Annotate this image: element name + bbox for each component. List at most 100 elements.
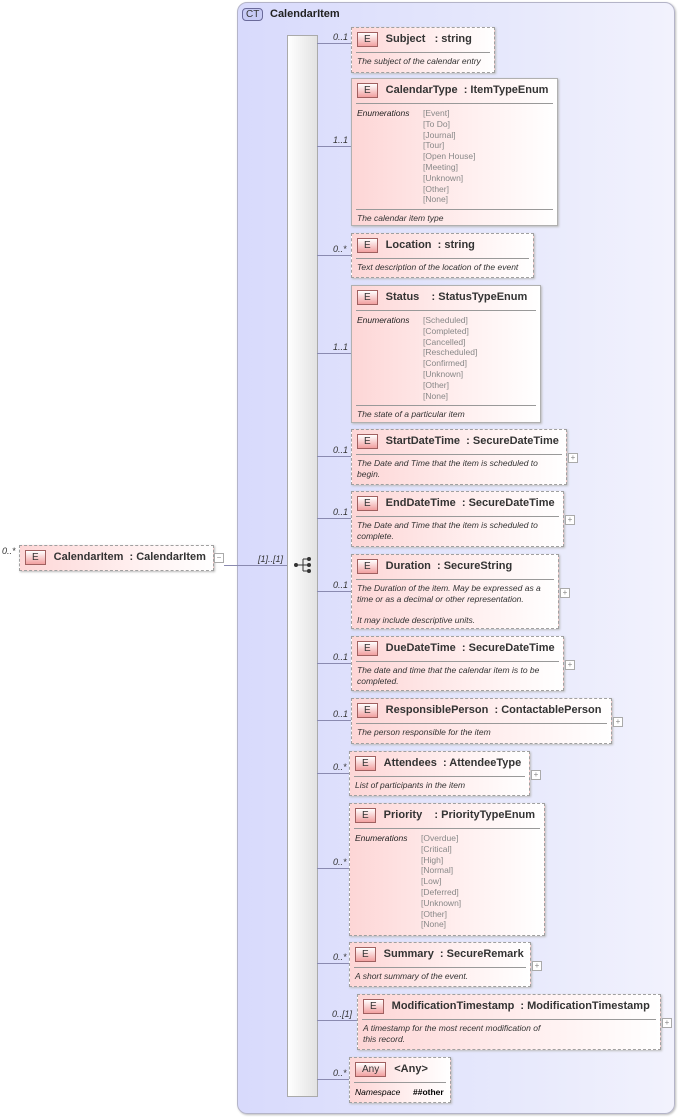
element-badge: Any (355, 1061, 387, 1077)
element-description: The Date and Time that the item is sched… (357, 458, 538, 479)
element-box[interactable]: E Priority : PriorityTypeEnum Enumerations… (349, 803, 545, 936)
cardinality: 0..1 (333, 709, 349, 719)
element-box[interactable]: E Attendees : AttendeeType List of partici… (349, 751, 530, 796)
element-label: CalendarItem : CalendarItem (53, 551, 206, 563)
element-box[interactable]: E Location : string Text description of th… (351, 233, 534, 278)
connector-line (317, 663, 351, 664)
element-box[interactable]: E Status : StatusTypeEnum Enumerations [Sch… (351, 285, 541, 423)
element-badge: E (357, 289, 378, 305)
enum-value: [None] (423, 194, 449, 205)
separator (356, 723, 607, 724)
enumerations-label: Enumerations (357, 315, 410, 325)
enum-value: [To Do] (423, 118, 450, 129)
separator (354, 776, 525, 777)
element-description: The state of a particular item (357, 409, 465, 420)
element-header: E Priority : PriorityTypeEnum (350, 804, 544, 826)
element-badge: E (357, 558, 378, 574)
element-box[interactable]: E StartDateTime : SecureDateTime The Date … (351, 429, 567, 485)
enum-value: [Other] (421, 908, 447, 919)
enum-value: [Completed] (423, 325, 469, 336)
element-badge: E (357, 31, 378, 47)
element-box[interactable]: E DueDateTime : SecureDateTime The date an… (351, 636, 564, 691)
element-description: The calendar item type (357, 213, 444, 224)
element-label: EndDateTime : SecureDateTime (385, 497, 555, 509)
expand-button[interactable]: + (565, 515, 575, 525)
element-header: E ModificationTimestamp : ModificationTim… (358, 995, 660, 1017)
element-box[interactable]: E Duration : SecureString The Duration of … (351, 554, 559, 629)
element-label: Status : StatusTypeEnum (385, 291, 528, 303)
element-box[interactable]: E ModificationTimestamp : ModificationTim… (357, 994, 661, 1050)
element-box[interactable]: E Summary : SecureRemark A short summary o… (349, 942, 531, 987)
element-badge: E (357, 82, 378, 98)
element-label: ResponsiblePerson : ContactablePerson (385, 704, 602, 716)
cardinality: 0..* (333, 952, 347, 962)
connector-line (317, 591, 351, 592)
enumerations-label: Enumerations (357, 108, 410, 118)
cardinality: 0..1 (333, 652, 349, 662)
connector-line (317, 868, 349, 869)
cardinality: 0..1 (333, 507, 349, 517)
sequence-icon (294, 557, 311, 573)
separator (356, 310, 536, 311)
element-box[interactable]: Any <Any> Namespace ##other (349, 1057, 451, 1103)
element-label: Location : string (385, 239, 475, 251)
complex-type-badge: CT (242, 8, 264, 21)
element-header: E CalendarType : ItemTypeEnum (352, 79, 557, 101)
expand-button[interactable]: + (560, 587, 570, 598)
element-description: A short summary of the event. (355, 971, 469, 981)
separator (354, 1082, 446, 1083)
connector-line (317, 146, 351, 147)
element-label: <Any> (394, 1063, 428, 1075)
element-badge: E (357, 702, 378, 718)
expand-button[interactable]: + (565, 659, 575, 670)
element-box[interactable]: E ResponsiblePerson : ContactablePerson Th… (351, 698, 612, 744)
element-header: E EndDateTime : SecureDateTime (352, 492, 563, 514)
enum-value: [Unknown] (423, 172, 464, 183)
expand-button[interactable]: + (568, 453, 578, 463)
enum-value: [Other] (423, 379, 449, 390)
cardinality: 1..1 (333, 342, 349, 352)
namespace-label: Namespace (355, 1087, 401, 1097)
connector-line (317, 456, 351, 457)
enum-value: [Critical] (421, 843, 452, 854)
cardinality: 0..[1] (332, 1009, 353, 1019)
expand-button[interactable]: + (531, 769, 541, 780)
element-box[interactable]: E Subject : string The subject of the cale… (351, 27, 495, 73)
collapse-button[interactable]: − (214, 553, 224, 563)
cardinality: 0..1 (333, 580, 349, 590)
enumerations-label: Enumerations (355, 833, 408, 843)
expand-button[interactable]: + (532, 960, 542, 971)
element-box[interactable]: E EndDateTime : SecureDateTime The Date an… (351, 491, 564, 547)
element-label: DueDateTime : SecureDateTime (385, 642, 555, 654)
root-element-calendaritem[interactable]: E CalendarItem : CalendarItem (19, 545, 214, 571)
element-description: The subject of the calendar entry (357, 56, 481, 66)
element-badge: E (355, 755, 376, 771)
enum-value: [Open House] (423, 151, 476, 162)
enum-value: [Journal] (423, 129, 456, 140)
enumerations: Enumerations [Overdue] [Critical] [High] [No… (350, 831, 544, 932)
element-description: A timestamp for the most recent modifica… (363, 1023, 541, 1044)
namespace-value: ##other (413, 1087, 444, 1097)
separator (356, 661, 559, 662)
enum-value: [Deferred] (421, 886, 459, 897)
element-badge: E (363, 998, 384, 1014)
expand-button[interactable]: + (662, 1018, 672, 1028)
enum-value: [Tour] (423, 140, 445, 151)
enum-value: [Event] (423, 108, 450, 118)
element-box[interactable]: E CalendarType : ItemTypeEnum Enumerations… (351, 78, 558, 226)
element-header: E Attendees : AttendeeType (350, 752, 529, 774)
enum-value: [Cancelled] (423, 336, 466, 347)
separator (356, 103, 553, 104)
element-header: E DueDateTime : SecureDateTime (352, 637, 563, 659)
element-label: Subject : string (385, 33, 472, 45)
enum-value: [Scheduled] (423, 315, 468, 325)
enumerations: Enumerations [Scheduled] [Completed] [Cance… (352, 313, 540, 403)
cardinality: 0..1 (333, 32, 349, 42)
element-description: Text description of the location of the … (357, 262, 519, 272)
expand-button[interactable]: + (613, 717, 623, 727)
element-label: Duration : SecureString (385, 560, 513, 572)
element-description: List of participants in the item (355, 780, 466, 790)
separator (356, 579, 554, 580)
connector-line (317, 43, 351, 44)
cardinality: 0..* (333, 857, 347, 867)
